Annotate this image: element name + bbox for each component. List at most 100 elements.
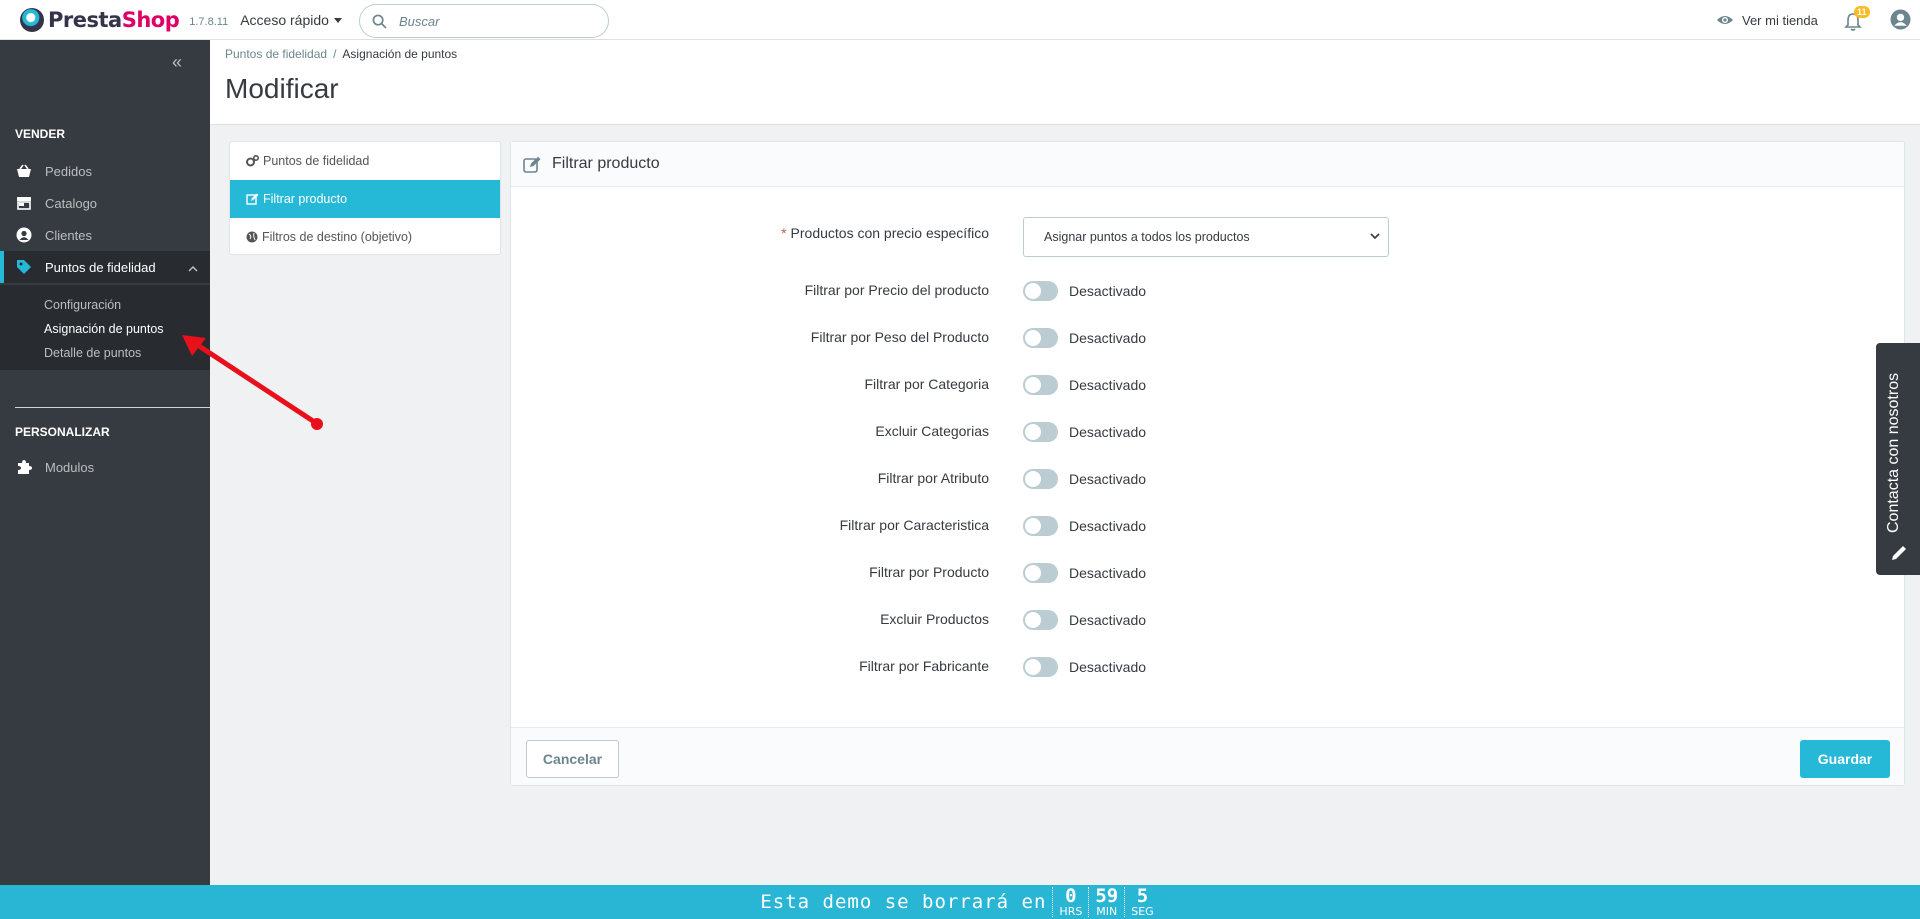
tab-filtrar-producto[interactable]: Filtrar producto [230,180,500,218]
toggle-switch[interactable] [1023,281,1058,301]
collapse-sidebar-icon[interactable]: « [172,52,182,73]
form-row-switch: Excluir Productos Desactivado [511,605,1906,635]
submenu-item-detalle-de-puntos[interactable]: Detalle de puntos [44,346,141,360]
cancel-button[interactable]: Cancelar [526,740,619,778]
toggle-switch[interactable] [1023,563,1058,583]
toggle-knob [1025,565,1041,581]
toggle-switch[interactable] [1023,516,1058,536]
sidebar-item-puntos-de-fidelidad[interactable]: Puntos de fidelidad [0,251,210,283]
form-row-switch: Filtrar por Atributo Desactivado [511,464,1906,494]
form-row-switch: Filtrar por Categoria Desactivado [511,370,1906,400]
prestashop-logo[interactable]: PrestaShop [20,7,180,32]
tag-icon [15,258,33,276]
toggle-knob [1025,471,1041,487]
section-title-vender: VENDER [15,127,66,141]
toggle-switch[interactable] [1023,328,1058,348]
save-button[interactable]: Guardar [1800,740,1890,778]
account-button[interactable] [1890,9,1911,35]
form-row-switch: Filtrar por Fabricante Desactivado [511,652,1906,682]
notifications-button[interactable]: 11 [1844,6,1870,32]
submenu-item-asignacion-de-puntos[interactable]: Asignación de puntos [44,322,164,336]
switch-field-label: Filtrar por Peso del Producto [810,329,989,345]
chevron-down-icon [1370,233,1380,240]
sidebar-item-catalogo[interactable]: Catalogo [0,187,210,219]
toggle-switch[interactable] [1023,469,1058,489]
store-icon [15,194,33,212]
basket-icon [15,162,33,180]
toggle-state-label: Desactivado [1069,330,1147,346]
contact-us-label: Contacta con nosotros [1885,372,1902,533]
switch-field-label: Filtrar por Precio del producto [804,282,989,298]
sidebar: « VENDER Pedidos Catalogo Clientes Punto… [0,40,210,885]
countdown-seconds: 5 SEG [1124,887,1159,917]
annotation-arrow [182,335,323,430]
top-header: PrestaShop 1.7.8.11 Acceso rápido Ver mi… [0,0,1920,40]
panel-title: Filtrar producto [552,155,660,172]
toggle-switch[interactable] [1023,422,1058,442]
panel-footer: Cancelar Guardar [511,727,1904,785]
toggle-state-label: Desactivado [1069,471,1147,487]
demo-countdown-bar: Esta demo se borrará en 0 HRS 59 MIN 5 SEG [0,885,1920,919]
toggle-knob [1025,283,1041,299]
sidebar-item-modulos[interactable]: Modulos [0,451,210,483]
toggle-knob [1025,659,1041,675]
toggle-knob [1025,377,1041,393]
quick-access-dropdown[interactable]: Acceso rápido [240,12,342,28]
notification-count-badge: 11 [1854,6,1870,18]
tab-puntos-de-fidelidad[interactable]: Puntos de fidelidad [230,142,500,180]
contact-us-tab[interactable]: Contacta con nosotros [1876,343,1920,575]
toggle-state-label: Desactivado [1069,377,1147,393]
toggle-switch[interactable] [1023,375,1058,395]
search-box[interactable] [359,4,609,38]
edit-icon [523,156,541,173]
form-row-switch: Filtrar por Producto Desactivado [511,558,1906,588]
pencil-icon [1892,546,1906,560]
sidebar-item-pedidos[interactable]: Pedidos [0,155,210,187]
settings-tabs: Puntos de fidelidad Filtrar producto Fil… [229,141,501,255]
form-row-switch: Filtrar por Precio del producto Desactiva… [511,276,1906,306]
edit-icon [246,193,259,205]
search-input[interactable] [399,13,579,29]
cogs-icon [246,155,259,167]
puffin-logo-icon [20,7,44,32]
puzzle-icon [15,458,33,476]
countdown-minutes: 59 MIN [1088,887,1124,917]
toggle-state-label: Desactivado [1069,424,1147,440]
form-row-switch: Excluir Categorias Desactivado [511,417,1906,447]
specific-price-label: Productos con precio específico [790,225,989,241]
form-row-specific-price: * Productos con precio específico Asignar… [511,217,1906,257]
user-circle-icon [1890,9,1911,30]
specific-price-select[interactable]: Asignar puntos a todos los productos [1023,217,1389,257]
breadcrumb: Puntos de fidelidad / Asignación de puntos [225,47,458,61]
version-label: 1.7.8.11 [189,15,229,28]
globe-icon [246,231,258,243]
chevron-up-icon [188,260,198,275]
switch-field-label: Filtrar por Atributo [877,470,989,486]
breadcrumb-current: Asignación de puntos [342,47,458,61]
view-store-link[interactable]: Ver mi tienda [1716,0,1818,40]
sidebar-item-clientes[interactable]: Clientes [0,219,210,251]
switch-field-label: Excluir Productos [880,611,989,627]
toggle-switch[interactable] [1023,657,1058,677]
toggle-state-label: Desactivado [1069,659,1147,675]
toggle-knob [1025,612,1041,628]
switch-field-label: Filtrar por Caracteristica [839,517,989,533]
toggle-switch[interactable] [1023,610,1058,630]
caret-down-icon [333,18,342,24]
section-title-personalizar: PERSONALIZAR [15,425,110,439]
toggle-knob [1025,330,1041,346]
switch-field-label: Filtrar por Producto [869,564,989,580]
switch-field-label: Filtrar por Fabricante [859,658,989,674]
required-mark: * [781,225,787,241]
page-title: Modificar [225,73,339,104]
toggle-state-label: Desactivado [1069,518,1147,534]
breadcrumb-parent-link[interactable]: Puntos de fidelidad [225,47,327,61]
filter-product-panel: Filtrar producto * Productos con precio e… [510,141,1905,786]
tab-filtros-de-destino[interactable]: Filtros de destino (objetivo) [230,218,500,256]
submenu-item-configuracion[interactable]: Configuración [44,298,121,312]
form-row-switch: Filtrar por Peso del Producto Desactivado [511,323,1906,353]
countdown-text: Esta demo se borrará en [760,891,1047,913]
switch-field-label: Excluir Categorias [875,423,989,439]
toggle-state-label: Desactivado [1069,565,1147,581]
user-circle-icon [15,226,33,244]
